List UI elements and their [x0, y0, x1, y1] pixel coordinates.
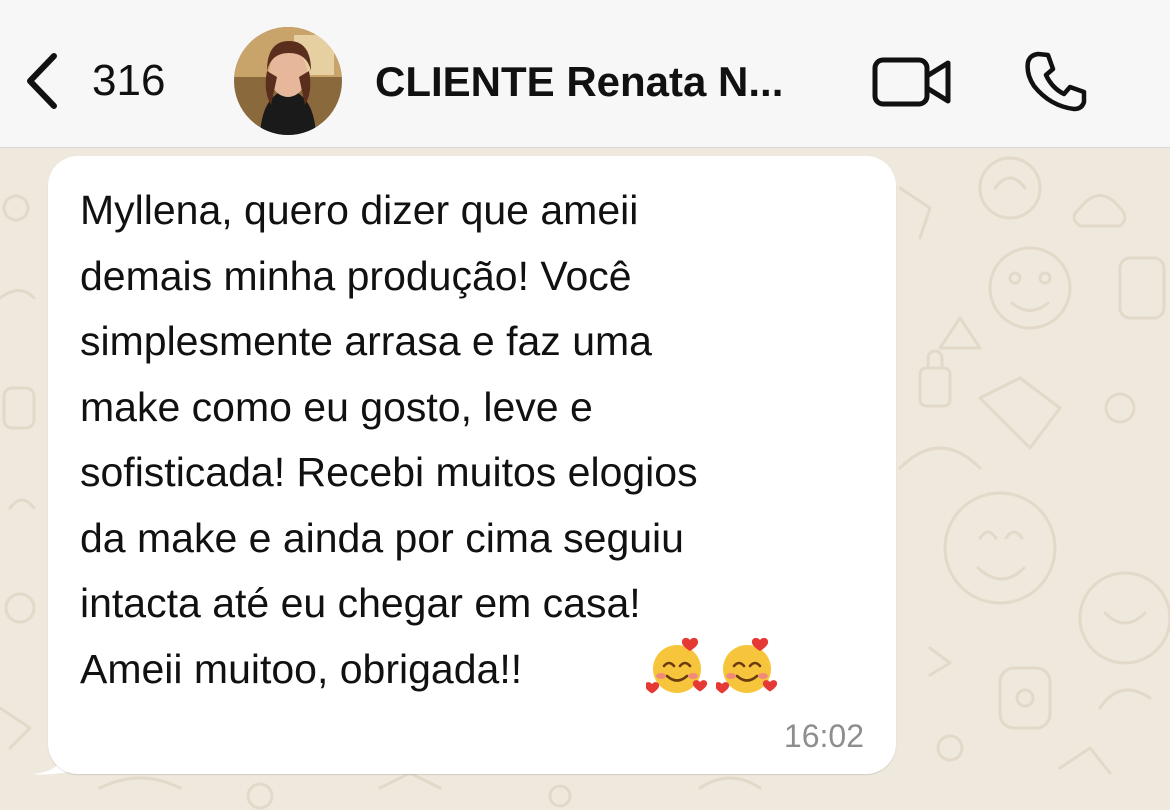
smiling-face-with-hearts-icon [646, 637, 708, 694]
contact-name[interactable]: CLIENTE Renata N... [375, 52, 840, 112]
phone-icon [1025, 51, 1087, 112]
back-button[interactable]: 316 [22, 50, 165, 112]
contact-avatar[interactable] [234, 27, 342, 135]
unread-count: 316 [92, 56, 166, 105]
video-call-button[interactable] [872, 54, 952, 110]
avatar-photo [234, 27, 342, 135]
message-emojis [646, 636, 778, 698]
chat-header: 316 CLIENTE Renata N... [0, 0, 1170, 148]
video-camera-icon [872, 57, 951, 107]
message-timestamp: 16:02 [783, 718, 864, 754]
message-text: Myllena, quero dizer que ameii demais mi… [80, 187, 698, 692]
smiling-face-with-hearts-icon [716, 637, 778, 694]
chat-screen: 316 CLIENTE Renata N... Myllena, quero d… [0, 0, 1170, 810]
voice-call-button[interactable] [1024, 50, 1088, 112]
chevron-left-icon [27, 53, 57, 109]
